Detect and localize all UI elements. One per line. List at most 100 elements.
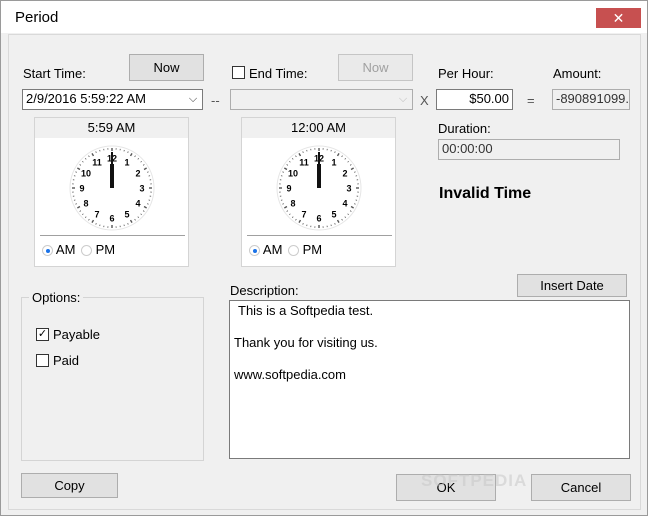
- clock-tick: [75, 203, 77, 205]
- end-pm-radio[interactable]: [288, 245, 299, 257]
- clock-number: 9: [79, 184, 84, 194]
- clock-number: 11: [92, 158, 102, 168]
- options-label: Options:: [29, 290, 84, 305]
- end-time-label: End Time:: [249, 66, 308, 81]
- clock-number: 4: [135, 199, 140, 209]
- clock-tick: [127, 151, 129, 153]
- description-line: www.softpedia.com: [234, 367, 346, 382]
- start-clock-time: 5:59 AM: [35, 118, 188, 138]
- softpedia-watermark: SOFTPEDIA: [421, 471, 528, 490]
- description-line: [234, 319, 625, 335]
- copy-button[interactable]: Copy: [21, 473, 118, 498]
- clock-tick: [75, 171, 77, 173]
- clock-tick: [302, 151, 304, 153]
- period-dialog: Period ✕ Start Time: Now 2/9/2016 5:59:2…: [0, 0, 648, 516]
- clock-number: 11: [299, 158, 309, 168]
- start-pm-radio[interactable]: [81, 245, 92, 257]
- duration-field: 00:00:00: [438, 139, 620, 160]
- clock-number: 7: [94, 209, 99, 219]
- end-clock-time: 12:00 AM: [242, 118, 395, 138]
- end-time-checkbox[interactable]: [232, 66, 245, 79]
- clock-tick: [147, 203, 149, 205]
- close-button[interactable]: ✕: [596, 8, 641, 28]
- end-clock-face: 121234567891011: [276, 145, 362, 231]
- start-clock-panel: 5:59 AM 121234567891011 AM PM: [34, 117, 189, 267]
- end-am-label: AM: [262, 242, 283, 257]
- clock-number: 10: [81, 169, 91, 179]
- clock-number: 8: [291, 199, 296, 209]
- clock-tick: [282, 203, 284, 205]
- start-time-value: 2/9/2016 5:59:22 AM: [26, 91, 146, 106]
- start-pm-label: PM: [95, 242, 116, 257]
- per-hour-input[interactable]: $50.00: [436, 89, 513, 110]
- chevron-down-icon[interactable]: ⌵: [394, 90, 412, 109]
- clock-number: 2: [342, 169, 347, 179]
- payable-checkbox[interactable]: ✓: [36, 328, 49, 341]
- description-line: [234, 351, 625, 367]
- end-clock-panel: 12:00 AM 121234567891011 AM PM: [241, 117, 396, 267]
- paid-checkbox[interactable]: [36, 354, 49, 367]
- title-bar: Period ✕: [1, 1, 647, 33]
- clock-number: 5: [331, 209, 336, 219]
- clock-number: 4: [342, 199, 347, 209]
- start-time-label: Start Time:: [23, 66, 86, 81]
- clock-tick: [95, 223, 97, 225]
- clock-divider: [247, 235, 392, 236]
- multiply-sign: X: [420, 93, 429, 108]
- clock-tick: [334, 223, 336, 225]
- clock-tick: [302, 223, 304, 225]
- insert-date-button[interactable]: Insert Date: [517, 274, 627, 297]
- start-clock-face: 121234567891011: [69, 145, 155, 231]
- description-line: Thank you for visiting us.: [234, 335, 378, 350]
- clock-tick: [95, 151, 97, 153]
- status-message: Invalid Time: [439, 185, 532, 202]
- clock-number: 1: [331, 158, 336, 168]
- description-label: Description:: [230, 283, 299, 298]
- clock-number: 7: [301, 209, 306, 219]
- clock-number: 6: [316, 214, 321, 224]
- options-group: [21, 297, 204, 461]
- range-separator: --: [211, 93, 220, 108]
- clock-tick: [354, 171, 356, 173]
- cancel-button[interactable]: Cancel: [531, 474, 631, 501]
- clock-number: 8: [84, 199, 89, 209]
- start-am-radio[interactable]: [42, 245, 53, 257]
- start-pm-option[interactable]: PM: [81, 242, 115, 257]
- end-am-option[interactable]: AM: [249, 242, 282, 257]
- clock-tick: [354, 203, 356, 205]
- equals-sign: =: [527, 93, 535, 108]
- description-textarea[interactable]: This is a Softpedia test. Thank you for …: [229, 300, 630, 459]
- window-title: Period: [15, 9, 59, 26]
- end-pm-option[interactable]: PM: [288, 242, 322, 257]
- amount-label: Amount:: [553, 66, 602, 81]
- clock-tick: [282, 171, 284, 173]
- clock-number: 3: [139, 184, 144, 194]
- end-now-button[interactable]: Now: [338, 54, 413, 81]
- end-time-dropdown[interactable]: ⌵: [230, 89, 413, 110]
- start-am-label: AM: [55, 242, 76, 257]
- clock-number: 1: [124, 158, 129, 168]
- start-time-dropdown[interactable]: 2/9/2016 5:59:22 AM ⌵: [22, 89, 203, 110]
- clock-number: 3: [346, 184, 351, 194]
- duration-label: Duration:: [438, 121, 491, 136]
- chevron-down-icon[interactable]: ⌵: [184, 90, 202, 109]
- end-am-radio[interactable]: [249, 245, 260, 257]
- clock-number: 10: [288, 169, 298, 179]
- clock-tick: [127, 223, 129, 225]
- end-pm-label: PM: [302, 242, 323, 257]
- clock-number: 5: [124, 209, 129, 219]
- clock-tick: [147, 171, 149, 173]
- dialog-body: Start Time: Now 2/9/2016 5:59:22 AM ⌵ --…: [8, 34, 641, 510]
- per-hour-label: Per Hour:: [438, 66, 494, 81]
- clock-tick: [334, 151, 336, 153]
- description-line: This is a Softpedia test.: [238, 303, 374, 318]
- payable-label: Payable: [53, 327, 100, 342]
- clock-divider: [40, 235, 185, 236]
- paid-label: Paid: [53, 353, 80, 368]
- clock-number: 2: [135, 169, 140, 179]
- clock-number: 6: [109, 214, 114, 224]
- start-now-button[interactable]: Now: [129, 54, 204, 81]
- start-am-option[interactable]: AM: [42, 242, 75, 257]
- amount-field: -890891099.4: [552, 89, 630, 110]
- clock-number: 9: [286, 184, 291, 194]
